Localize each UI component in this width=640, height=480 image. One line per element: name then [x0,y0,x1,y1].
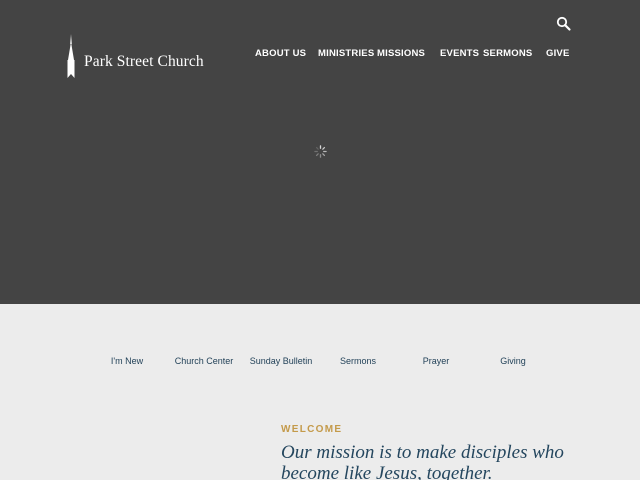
nav-give[interactable]: GIVE [546,48,570,59]
nav-about-us[interactable]: ABOUT US [255,48,306,59]
quick-link-giving[interactable]: Giving [500,356,526,366]
quick-link-prayer[interactable]: Prayer [423,356,450,366]
mission-statement: Our mission is to make disciples who bec… [281,442,564,480]
search-button[interactable] [555,15,573,33]
welcome-label: WELCOME [281,424,343,435]
quick-link-sunday-bulletin[interactable]: Sunday Bulletin [250,356,313,366]
steeple-icon [67,34,75,78]
site-logo[interactable]: Park Street Church [64,32,204,78]
nav-sermons[interactable]: SERMONS [483,48,532,59]
spinner-icon [314,145,327,158]
quick-link-im-new[interactable]: I'm New [111,356,143,366]
hero-banner: Park Street Church ABOUT US MINISTRIES M… [0,0,640,304]
search-icon [556,16,571,31]
nav-ministries[interactable]: MINISTRIES [318,48,374,59]
site-name: Park Street Church [84,53,204,70]
quick-link-sermons[interactable]: Sermons [340,356,376,366]
quick-link-church-center[interactable]: Church Center [175,356,234,366]
nav-missions[interactable]: MISSIONS [377,48,425,59]
nav-events[interactable]: EVENTS [440,48,479,59]
